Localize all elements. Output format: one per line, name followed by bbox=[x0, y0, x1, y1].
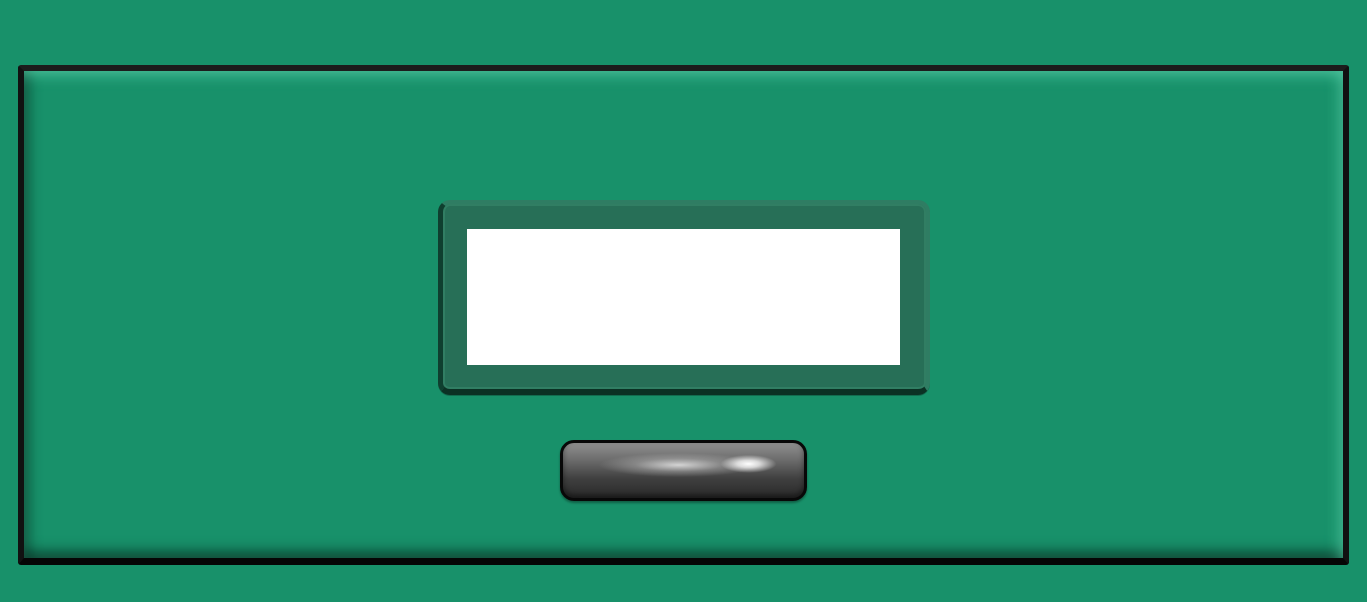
drawer-handle[interactable] bbox=[560, 440, 807, 501]
drawer-label-card bbox=[467, 229, 900, 365]
